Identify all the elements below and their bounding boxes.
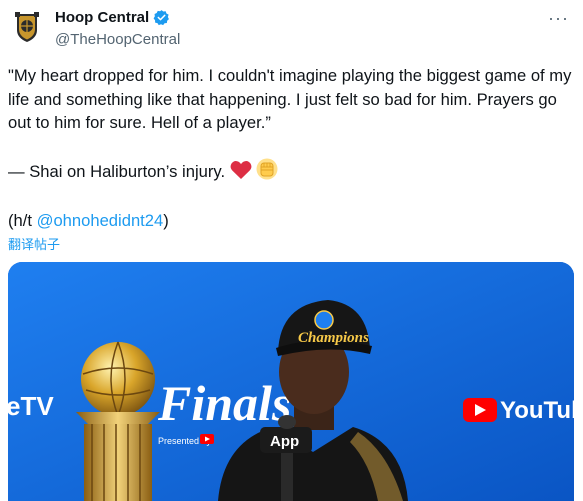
avatar[interactable]	[10, 10, 44, 44]
mention-link[interactable]: @ohnohedidnt24	[37, 211, 164, 230]
display-name[interactable]: Hoop Central	[55, 9, 149, 26]
trophy-ball	[81, 342, 155, 416]
hat-tip-suffix: )	[163, 211, 169, 230]
raised-fist-icon	[256, 158, 278, 187]
quote-text: "My heart dropped for him. I couldn't im…	[8, 66, 572, 132]
handle[interactable]: @TheHoopCentral	[55, 31, 180, 48]
hat-tip-line: (h/t @ohnohedidnt24)	[8, 209, 580, 233]
hat-tip-prefix: (h/t	[8, 211, 37, 230]
hoop-central-logo-icon	[15, 12, 39, 42]
left-brand-text: eTV	[8, 391, 54, 421]
red-heart-icon	[230, 160, 252, 187]
cap-text: Champions	[298, 330, 369, 346]
translate-post-link[interactable]: 翻译帖子	[8, 234, 60, 253]
youtube-brand-text: YouTube	[500, 397, 574, 424]
more-options-icon[interactable]: ···	[548, 8, 569, 29]
author-name-row: Hoop Central	[55, 9, 170, 26]
mic-flag-text: App	[270, 433, 299, 450]
tweet-text: "My heart dropped for him. I couldn't im…	[8, 64, 580, 233]
attribution-text: — Shai on Haliburton’s injury.	[8, 161, 226, 181]
attribution-line: — Shai on Haliburton’s injury.	[8, 158, 580, 187]
trophy-net	[84, 424, 152, 501]
verified-badge-icon	[153, 9, 170, 26]
tweet-media-image[interactable]: eTV Finals Presented by YouTube Champion…	[8, 262, 574, 501]
finals-backdrop-text: Finals	[157, 375, 291, 431]
press-conference-photo: eTV Finals Presented by YouTube Champion…	[8, 262, 574, 501]
